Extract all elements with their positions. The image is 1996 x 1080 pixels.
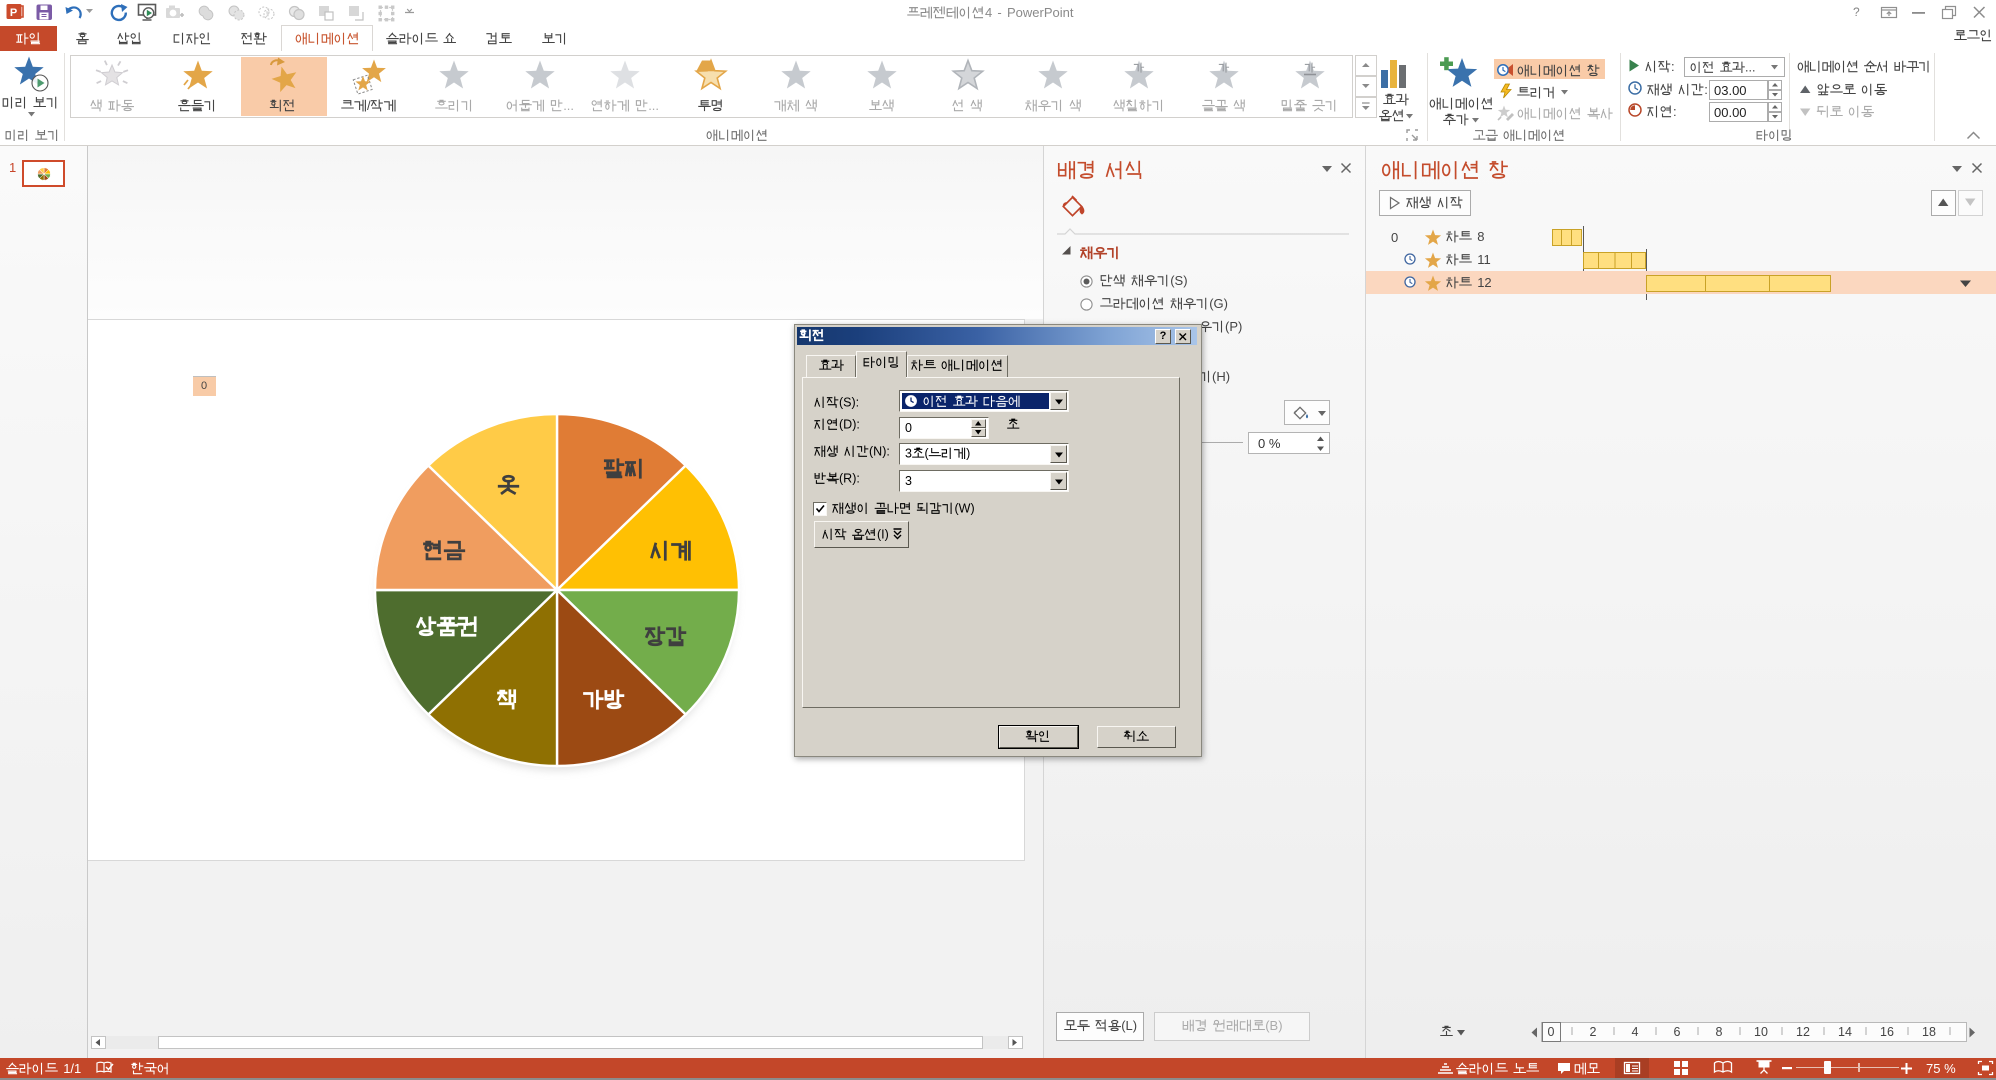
- svg-text:...: ...: [1745, 60, 1755, 74]
- svg-text:): ): [966, 446, 970, 460]
- svg-text:...: ...: [648, 97, 659, 112]
- svg-text:P: P: [10, 7, 17, 19]
- svg-text::: :: [1673, 103, 1677, 118]
- svg-text:3: 3: [905, 446, 912, 460]
- svg-text:(B): (B): [1265, 1018, 1282, 1033]
- svg-text:(R):: (R):: [839, 471, 860, 485]
- svg-text:8: 8: [1477, 229, 1484, 244]
- svg-text:/: /: [367, 97, 371, 112]
- svg-text:(: (: [925, 446, 930, 460]
- svg-text:1: 1: [9, 160, 16, 175]
- svg-text:12: 12: [1477, 275, 1491, 290]
- svg-text:(S):: (S):: [839, 396, 859, 410]
- svg-text:(D):: (D):: [839, 418, 860, 432]
- svg-text::: :: [1704, 81, 1708, 96]
- svg-text:PowerPoint: PowerPoint: [1007, 5, 1074, 20]
- svg-text:?: ?: [1853, 5, 1860, 19]
- svg-text:(W): (W): [955, 501, 975, 515]
- svg-text:4: 4: [985, 5, 992, 20]
- svg-text:(G): (G): [1209, 296, 1228, 311]
- svg-text:(I): (I): [877, 527, 889, 541]
- svg-text:(P): (P): [1225, 319, 1242, 334]
- svg-text:...: ...: [563, 97, 574, 112]
- svg-text:(N):: (N):: [869, 444, 890, 458]
- svg-text:1/1: 1/1: [63, 1060, 81, 1075]
- svg-text:(H): (H): [1212, 369, 1230, 384]
- svg-text:(L): (L): [1121, 1018, 1137, 1033]
- svg-text:-: -: [997, 5, 1001, 20]
- svg-text:11: 11: [1477, 252, 1491, 267]
- svg-text:(S): (S): [1170, 273, 1187, 288]
- svg-text::: :: [1671, 59, 1675, 74]
